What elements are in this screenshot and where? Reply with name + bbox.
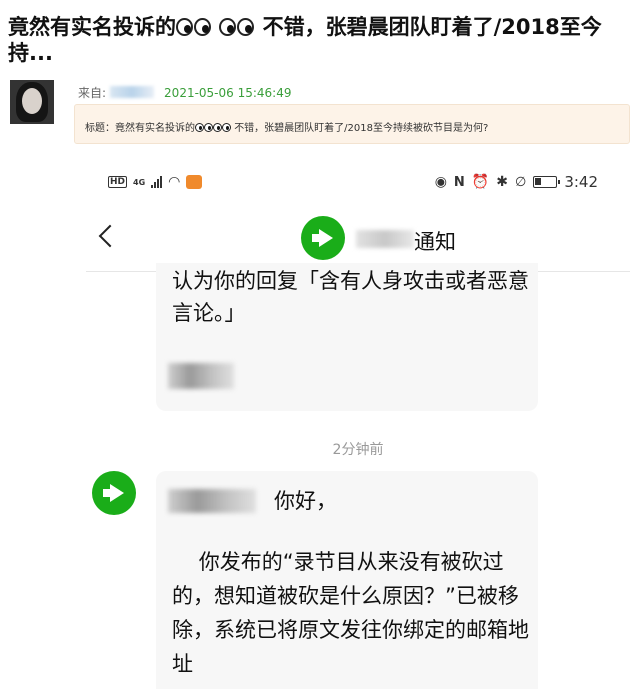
article-headline: 竟然有实名投诉的 不错，张碧晨团队盯着了/2018至今持...	[8, 14, 633, 66]
message2-body: 你发布的“录节目从来没有被砍过的，想知道被砍是什么原因？”已被移除，系统已将原文…	[172, 550, 529, 676]
message-bubble: 你好， 你发布的“录节目从来没有被砍过的，想知道被砍是什么原因？”已被移除，系统…	[156, 471, 538, 689]
status-bar: HD 4G ◠ ◉ N ⏰ ✱ ∅ 3:42	[86, 162, 630, 202]
post-timestamp: 2021-05-06 15:46:49	[164, 86, 292, 100]
blurred-username	[168, 489, 256, 513]
bluetooth-icon: ✱	[496, 174, 508, 190]
status-time: 3:42	[564, 173, 598, 191]
message2-greeting: 你好，	[274, 489, 337, 513]
chat-title: 通知	[414, 230, 456, 254]
meta-from-label: 来自:	[78, 86, 107, 100]
megaphone-icon	[301, 216, 345, 260]
alarm-icon: ⏰	[471, 174, 490, 190]
chat-header: 通知	[86, 202, 630, 272]
headline-text-part1: 竟然有实名投诉的	[8, 15, 176, 39]
hd-icon: HD	[108, 176, 128, 188]
eyes-emoji-icon	[176, 18, 212, 36]
subject-text-part2: 不错，张碧晨团队盯着了/2018至今持续被砍节目是为何?	[234, 123, 489, 134]
chat-area[interactable]: 认为你的回复「含有人身攻击或者恶意言论。」 2分钟前 你好， 你发布的“录节目从…	[86, 263, 630, 689]
time-separator: 2分钟前	[332, 442, 384, 458]
blurred-username	[110, 86, 155, 98]
mute-icon: ∅	[514, 174, 527, 190]
avatar[interactable]	[10, 80, 54, 124]
nfc-icon: N	[453, 174, 465, 190]
message1-text: 认为你的回复「含有人身攻击或者恶意言论。」	[172, 269, 529, 325]
phone-screenshot: HD 4G ◠ ◉ N ⏰ ✱ ∅ 3:42 通知 认为你的回复「含有人身攻击或…	[86, 162, 630, 689]
subject-text-part1: 标题：竟然有实名投诉的	[85, 123, 195, 134]
eyes-emoji-icon	[213, 123, 231, 132]
battery-icon	[533, 176, 561, 188]
subject-box: 标题：竟然有实名投诉的 不错，张碧晨团队盯着了/2018至今持续被砍节目是为何?	[74, 104, 630, 144]
eyes-emoji-icon	[195, 123, 213, 132]
megaphone-icon	[92, 471, 136, 515]
app-notification-icon	[186, 175, 203, 189]
wifi-icon: ◠	[168, 174, 181, 190]
eye-icon: ◉	[434, 174, 447, 190]
blurred-text	[168, 363, 234, 389]
network-type: 4G	[133, 177, 146, 187]
signal-icon	[151, 176, 163, 188]
eyes-emoji-icon	[219, 18, 255, 36]
blurred-account-name	[356, 230, 414, 248]
back-arrow-icon[interactable]	[94, 222, 120, 252]
message-bubble: 认为你的回复「含有人身攻击或者恶意言论。」	[156, 263, 538, 411]
post-meta: 来自: 2021-05-06 15:46:49	[78, 84, 292, 101]
